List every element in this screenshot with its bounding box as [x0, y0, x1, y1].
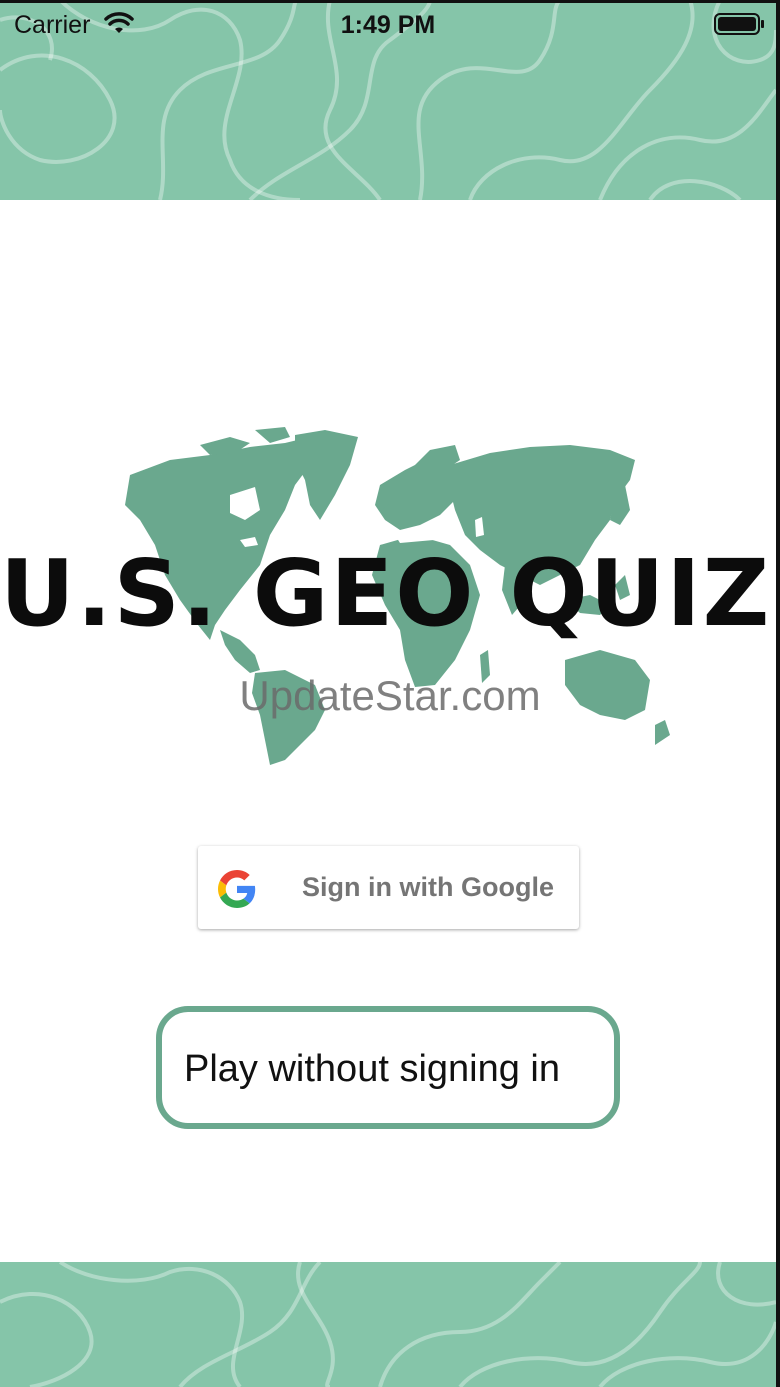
app-title: U.S. GEO QUIZ	[0, 540, 772, 647]
main-content: U.S. GEO QUIZ UpdateStar.com Sign in wit…	[0, 200, 776, 1262]
battery-icon	[714, 12, 766, 41]
google-g-icon	[218, 870, 256, 913]
clock-time: 1:49 PM	[340, 11, 436, 39]
google-sign-in-button[interactable]: Sign in with Google	[198, 846, 579, 929]
status-bar: Carrier 1:49 PM	[0, 0, 776, 50]
play-without-signing-in-label: Play without signing in	[184, 1048, 560, 1090]
screen-frame-top	[0, 0, 780, 3]
topo-pattern	[0, 1262, 776, 1387]
play-without-signing-in-button[interactable]: Play without signing in	[156, 1006, 620, 1129]
bottom-topo-banner	[0, 1262, 776, 1387]
google-sign-in-label: Sign in with Google	[302, 872, 554, 902]
screen-frame-right	[776, 0, 780, 1387]
watermark-text: UpdateStar.com	[239, 672, 541, 719]
